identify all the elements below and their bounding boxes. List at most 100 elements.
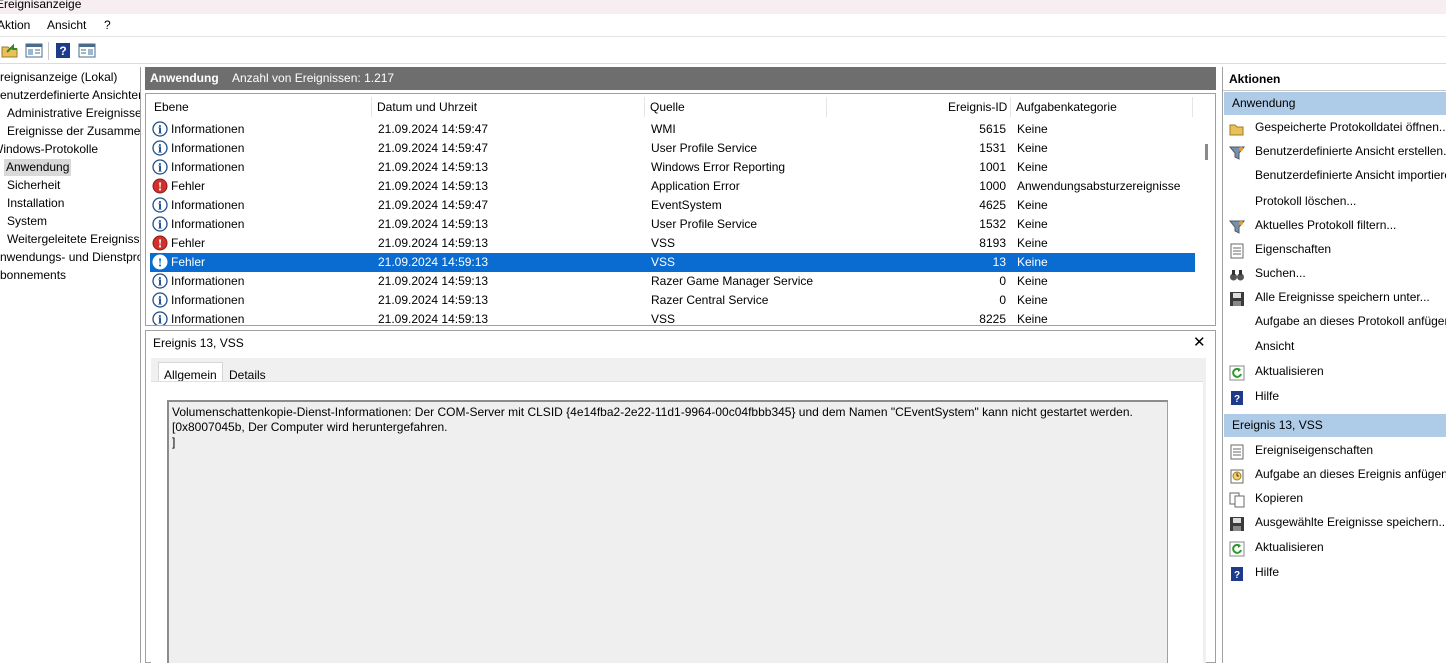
actions-section-event[interactable]: Ereignis 13, VSS <box>1224 414 1446 437</box>
tree-item-setup[interactable]: Installation <box>7 195 64 212</box>
tree-item-custom-views[interactable]: Benutzerdefinierte Ansichten <box>0 87 140 104</box>
row-date: 21.09.2024 14:59:13 <box>378 160 489 174</box>
detail-title: Ereignis 13, VSS <box>153 336 244 350</box>
tree-item-summary-events[interactable]: Ereignisse der Zusammenfassungsseite <box>7 123 140 140</box>
action-item[interactable]: Benutzerdefinierte Ansicht importieren..… <box>1255 168 1446 182</box>
row-task-category: Keine <box>1017 141 1048 155</box>
svg-text:?: ? <box>1234 394 1240 405</box>
action-item[interactable]: Suchen... <box>1255 266 1306 280</box>
event-table: Ebene Datum und Uhrzeit Quelle Ereignis-… <box>145 93 1216 326</box>
info-icon: i <box>152 216 168 232</box>
info-icon: i <box>152 121 168 137</box>
column-header-source[interactable]: Quelle <box>650 100 685 114</box>
svg-text:i: i <box>158 219 162 232</box>
action-item[interactable]: Eigenschaften <box>1255 242 1331 256</box>
action-item[interactable]: Hilfe <box>1255 389 1279 403</box>
column-header-date[interactable]: Datum und Uhrzeit <box>377 100 477 114</box>
action-item[interactable]: Gespeicherte Protokolldatei öffnen... <box>1255 120 1446 134</box>
action-item[interactable]: Aktualisieren <box>1255 540 1324 554</box>
row-date: 21.09.2024 14:59:47 <box>378 141 489 155</box>
action-item[interactable]: Ereigniseigenschaften <box>1255 443 1373 457</box>
column-header-task-category[interactable]: Aufgabenkategorie <box>1016 100 1117 114</box>
table-row[interactable]: ! Fehler 21.09.2024 14:59:13 Application Er… <box>150 177 1195 196</box>
action-item[interactable]: Alle Ereignisse speichern unter... <box>1255 290 1430 304</box>
row-date: 21.09.2024 14:59:13 <box>378 179 489 193</box>
row-task-category: Keine <box>1017 293 1048 307</box>
row-event-id: 1531 <box>979 141 1006 155</box>
menu-bar: Aktion Ansicht ? <box>0 15 1446 37</box>
help-icon[interactable]: ? <box>54 42 72 59</box>
navigation-tree: Ereignisanzeige (Lokal) Benutzerdefinier… <box>0 67 141 663</box>
show-hide-tree-icon[interactable] <box>25 42 43 59</box>
open-folder-icon[interactable] <box>1 42 19 59</box>
event-message-box[interactable]: Volumenschattenkopie-Dienst-Informatione… <box>167 400 1168 663</box>
svg-text:i: i <box>158 200 162 213</box>
tree-item-app-service-logs[interactable]: Anwendungs- und Dienstprotokolle <box>0 249 140 266</box>
tree-item-subscriptions[interactable]: Abonnements <box>0 267 66 284</box>
row-date: 21.09.2024 14:59:13 <box>378 312 489 326</box>
tree-item-windows-logs[interactable]: Windows-Protokolle <box>0 141 98 158</box>
scrollbar-thumb[interactable] <box>1205 144 1208 160</box>
column-divider[interactable] <box>1010 97 1011 117</box>
svg-text:i: i <box>158 276 162 289</box>
action-item[interactable]: Ausgewählte Ereignisse speichern... <box>1255 515 1446 529</box>
column-header-level[interactable]: Ebene <box>154 100 189 114</box>
tree-item-root[interactable]: Ereignisanzeige (Lokal) <box>0 69 117 86</box>
action-item[interactable]: Kopieren <box>1255 491 1303 505</box>
row-event-id: 8225 <box>979 312 1006 326</box>
table-row[interactable]: ! Fehler 21.09.2024 14:59:13 VSS 13 Keine <box>150 253 1195 272</box>
tree-item-application[interactable]: Anwendung <box>4 159 72 176</box>
column-divider[interactable] <box>1192 97 1193 117</box>
menu-action[interactable]: Aktion <box>0 18 30 32</box>
row-date: 21.09.2024 14:59:13 <box>378 236 489 250</box>
row-level: Fehler <box>171 255 206 269</box>
table-row[interactable]: i Informationen 21.09.2024 14:59:13 Windows… <box>150 158 1195 177</box>
row-event-id: 0 <box>999 293 1006 307</box>
table-row[interactable]: i Informationen 21.09.2024 14:59:47 EventSy… <box>150 196 1195 215</box>
action-item[interactable]: Protokoll löschen... <box>1255 194 1356 208</box>
close-icon[interactable]: ✕ <box>1193 333 1206 351</box>
table-row[interactable]: i Informationen 21.09.2024 14:59:13 VSS 8225… <box>150 310 1195 326</box>
folder-open-icon <box>1229 124 1244 136</box>
menu-view[interactable]: Ansicht <box>47 18 86 32</box>
table-scrollbar[interactable] <box>1198 94 1215 325</box>
action-item[interactable]: Aufgabe an dieses Ereignis anfügen... <box>1255 467 1446 481</box>
row-event-id: 0 <box>999 274 1006 288</box>
column-header-event-id[interactable]: Ereignis-ID <box>948 100 1007 114</box>
action-item[interactable]: Benutzerdefinierte Ansicht erstellen... <box>1255 144 1446 158</box>
actions-section-log[interactable]: Anwendung <box>1224 92 1446 115</box>
tree-item-security[interactable]: Sicherheit <box>7 177 60 194</box>
column-divider[interactable] <box>826 97 827 117</box>
action-item[interactable]: Hilfe <box>1255 565 1279 579</box>
action-item[interactable]: Aktuelles Protokoll filtern... <box>1255 218 1396 232</box>
tree-item-forwarded-events[interactable]: Weitergeleitete Ereignisse <box>7 231 140 248</box>
column-divider[interactable] <box>644 97 645 117</box>
table-row[interactable]: i Informationen 21.09.2024 14:59:47 User Pr… <box>150 139 1195 158</box>
row-event-id: 8193 <box>979 236 1006 250</box>
show-action-pane-icon[interactable] <box>78 42 96 59</box>
row-source: User Profile Service <box>651 141 758 155</box>
tree-item-system[interactable]: System <box>7 213 47 230</box>
filter-icon <box>1229 220 1245 234</box>
svg-text:?: ? <box>1234 570 1240 581</box>
tree-item-admin-events[interactable]: Administrative Ereignisse <box>7 105 140 122</box>
info-icon: i <box>152 159 168 175</box>
table-row[interactable]: i Informationen 21.09.2024 14:59:13 Razer G… <box>150 272 1195 291</box>
filter-icon <box>1229 146 1245 160</box>
table-row[interactable]: ! Fehler 21.09.2024 14:59:13 VSS 8193 Keine <box>150 234 1195 253</box>
toolbar-separator <box>48 42 49 60</box>
action-item[interactable]: Aufgabe an dieses Protokoll anfügen... <box>1255 314 1446 328</box>
table-row[interactable]: i Informationen 21.09.2024 14:59:47 WMI 5615… <box>150 120 1195 139</box>
action-item[interactable]: Aktualisieren <box>1255 364 1324 378</box>
refresh-icon <box>1229 541 1245 557</box>
properties-icon <box>1230 243 1244 259</box>
row-date: 21.09.2024 14:59:47 <box>378 198 489 212</box>
table-row[interactable]: i Informationen 21.09.2024 14:59:13 Razer C… <box>150 291 1195 310</box>
menu-help[interactable]: ? <box>104 18 111 32</box>
action-item[interactable]: Ansicht <box>1255 339 1294 353</box>
save-icon <box>1230 517 1244 531</box>
column-divider[interactable] <box>371 97 372 117</box>
task-icon <box>1230 469 1244 484</box>
row-event-id: 5615 <box>979 122 1006 136</box>
table-row[interactable]: i Informationen 21.09.2024 14:59:13 User Pr… <box>150 215 1195 234</box>
